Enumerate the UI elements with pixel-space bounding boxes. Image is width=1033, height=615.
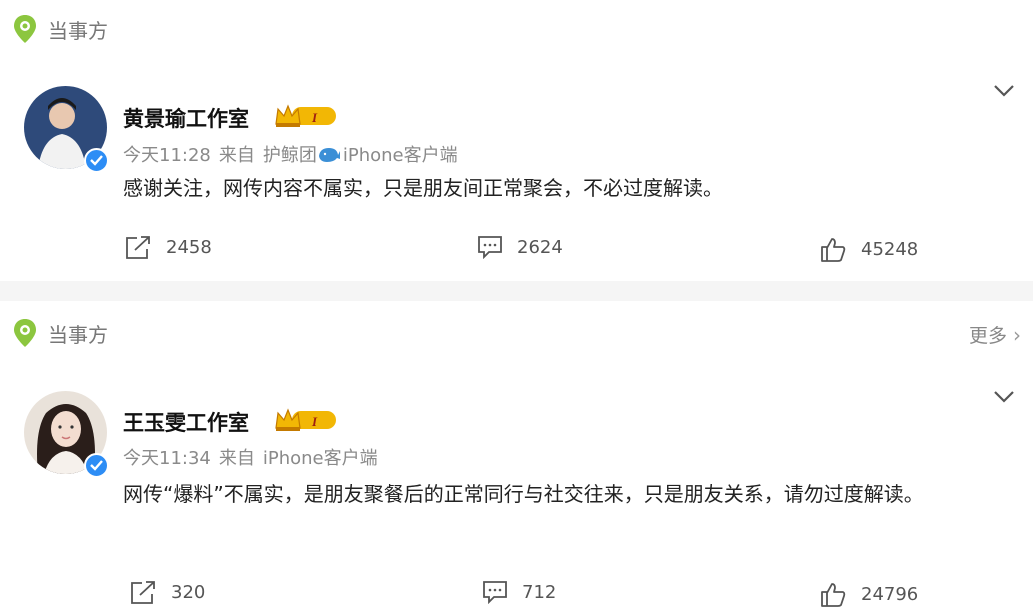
comment-icon [478,236,502,259]
thumbs-up-icon [821,238,846,262]
post-text: 感谢关注，网传内容不属实，只是朋友间正常聚会，不必过度解读。 [123,176,723,200]
repost-button[interactable]: 2458 [125,235,212,260]
svg-text:I: I [311,414,318,429]
comment-count: 712 [522,581,557,603]
from-prefix: 来自 [218,448,255,469]
client-name[interactable]: 护鲸团 [263,141,317,167]
source-row: 当事方 [12,14,108,44]
crown-level-badge-icon[interactable]: I [274,407,338,433]
source-label: 当事方 [48,322,108,347]
post-meta: 今天11:34 来自 iPhone客户端 [123,444,386,470]
more-link[interactable]: 更多 › [969,321,1021,348]
verified-badge-icon [84,148,109,173]
comment-count: 2624 [517,236,563,258]
share-icon [131,581,155,604]
chevron-down-icon[interactable] [993,390,1015,404]
like-count: 45248 [861,239,919,260]
chevron-right-icon: › [1013,322,1021,347]
post-time[interactable]: 今天11:28 [123,141,211,167]
like-button[interactable]: 24796 [820,581,918,608]
location-pin-icon [14,15,36,43]
source-label: 当事方 [48,18,108,43]
crown-level-badge-icon[interactable]: I [274,103,338,129]
like-button[interactable]: 45248 [820,236,918,263]
post-meta: 今天11:28 来自 护鲸团 iPhone客户端 [123,141,466,167]
location-pin-icon [14,319,36,347]
author-name[interactable]: 黄景瑜工作室 [123,103,249,133]
thumbs-up-icon [821,583,846,607]
share-icon [126,236,150,259]
more-label: 更多 [968,325,1007,347]
repost-count: 320 [171,582,206,603]
weibo-post-2: 当事方 更多 › 王玉雯工作室 I 今天11:34 来自 iPhone客户端 网… [0,301,1033,615]
source-row: 当事方 [12,318,108,348]
whale-icon [318,148,340,162]
verified-badge-icon [84,453,109,478]
device-name[interactable]: iPhone客户端 [343,141,458,167]
weibo-post-1: 当事方 黄景瑜工作室 I 今天11:28 来自 护鲸团 iPhone客户端 感谢… [0,0,1033,281]
post-text: 网传“爆料”不属实，是朋友聚餐后的正常同行与社交往来，只是朋友关系，请勿过度解读… [123,482,924,506]
from-prefix: 来自 [218,145,255,166]
comment-button[interactable]: 712 [482,580,556,604]
author-name[interactable]: 王玉雯工作室 [123,407,249,437]
repost-button[interactable]: 320 [130,580,205,605]
post-time[interactable]: 今天11:34 [123,444,211,470]
repost-count: 2458 [166,237,212,258]
like-count: 24796 [861,584,919,605]
comment-button[interactable]: 2624 [477,235,563,259]
svg-text:I: I [311,110,318,125]
device-name[interactable]: iPhone客户端 [263,444,378,470]
comment-icon [483,581,507,604]
chevron-down-icon[interactable] [993,84,1015,98]
